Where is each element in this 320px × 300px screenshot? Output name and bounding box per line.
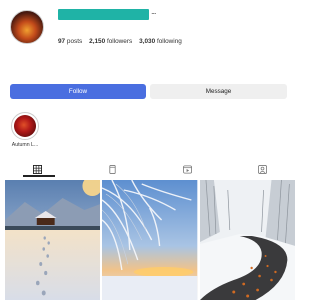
profile-avatar[interactable]: [10, 10, 44, 44]
more-options-icon[interactable]: ...: [151, 6, 156, 16]
profile-stats: 97 posts 2,150 followers 3,030 following: [58, 38, 182, 45]
reels-icon: [109, 164, 116, 174]
grid-icon: [33, 164, 42, 174]
tab-videos[interactable]: [150, 162, 225, 176]
posts-stat[interactable]: 97 posts: [58, 38, 82, 45]
posts-count: 97: [58, 38, 66, 45]
highlight-cover: [14, 115, 36, 137]
following-count: 3,030: [139, 38, 156, 45]
active-tab-indicator: [23, 175, 55, 177]
message-button[interactable]: Message: [150, 84, 287, 99]
post-thumbnail[interactable]: [199, 180, 295, 300]
following-stat[interactable]: 3,030 following: [139, 38, 182, 45]
posts-grid: [5, 180, 295, 300]
follow-button[interactable]: Follow: [10, 84, 146, 99]
post-thumbnail[interactable]: [5, 180, 101, 300]
video-icon: [183, 164, 192, 174]
highlight-ring: [11, 112, 39, 140]
username-redacted: [58, 9, 149, 20]
followers-count: 2,150: [89, 38, 106, 45]
following-label: following: [156, 38, 182, 45]
story-highlight[interactable]: Autumn L...: [10, 112, 40, 148]
highlight-label: Autumn L...: [11, 142, 39, 148]
tab-posts[interactable]: [0, 162, 75, 176]
profile-tabs: [0, 162, 300, 176]
snowy-road-photo: [199, 180, 295, 300]
tab-reels[interactable]: [75, 162, 150, 176]
frosted-tree-sunset-photo: [102, 180, 198, 300]
tagged-icon: [258, 164, 267, 174]
post-thumbnail[interactable]: [102, 180, 198, 300]
snow-cabin-photo: [5, 180, 101, 300]
posts-label: posts: [66, 38, 83, 45]
followers-stat[interactable]: 2,150 followers: [89, 38, 132, 45]
followers-label: followers: [106, 38, 133, 45]
tab-tagged[interactable]: [225, 162, 300, 176]
